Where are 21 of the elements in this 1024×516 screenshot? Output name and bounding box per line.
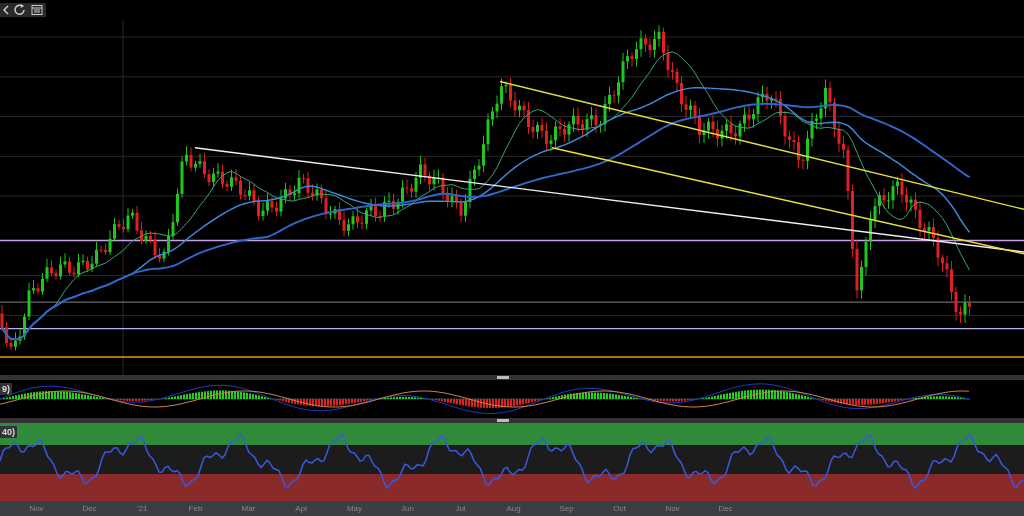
axis-label: Aug	[505, 504, 522, 513]
axis-label: '21	[136, 504, 149, 513]
axis-label: Mar	[240, 504, 257, 513]
axis-label: Oct	[612, 504, 627, 513]
axis-label: Jul	[454, 504, 467, 513]
indicator-label: 9)	[0, 383, 12, 395]
pane-resize-handle[interactable]	[497, 376, 509, 379]
refresh-icon[interactable]	[12, 3, 28, 17]
axis-label: Jun	[400, 504, 415, 513]
axis-label: Dec	[717, 504, 734, 513]
indicator-label: 40)	[0, 426, 17, 438]
axis-label: Nov	[28, 504, 45, 513]
chevron-left-icon[interactable]	[2, 3, 10, 17]
axis-label: Feb	[187, 504, 204, 513]
axis-label: Apr	[294, 504, 309, 513]
calendar-icon[interactable]	[30, 3, 44, 17]
axis-label: Nov	[664, 504, 681, 513]
axis-label: Sep	[558, 504, 575, 513]
pane-resize-handle[interactable]	[497, 419, 509, 422]
axis-label: May	[345, 504, 364, 513]
axis-label: Dec	[81, 504, 98, 513]
